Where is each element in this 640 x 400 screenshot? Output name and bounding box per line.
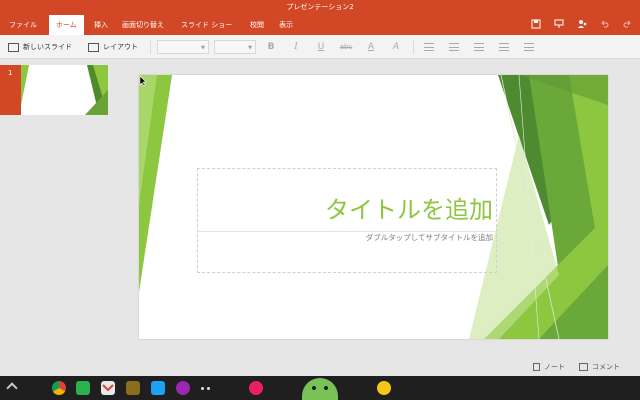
chrome-icon[interactable] xyxy=(52,381,66,395)
music-icon[interactable] xyxy=(176,381,190,395)
font-name-select[interactable]: ▼ xyxy=(157,40,209,54)
mouse-cursor-icon xyxy=(139,75,147,87)
pink-app-icon[interactable] xyxy=(249,381,263,395)
new-slide-button[interactable]: 新しいスライド xyxy=(8,41,72,53)
launcher-up-icon[interactable] xyxy=(6,382,18,394)
gmail-icon[interactable] xyxy=(101,381,115,395)
share-icon[interactable] xyxy=(576,19,588,31)
notes-icon xyxy=(533,363,540,371)
save-icon[interactable] xyxy=(530,19,542,31)
tab-insert[interactable]: 挿入 xyxy=(94,15,108,35)
tab-home[interactable]: ホーム xyxy=(49,15,84,35)
bullets-icon[interactable] xyxy=(424,43,434,51)
comments-button[interactable]: コメント xyxy=(579,361,620,373)
strikethrough-button[interactable]: abc xyxy=(338,41,354,53)
bold-button[interactable]: B xyxy=(265,41,277,53)
comments-label: コメント xyxy=(592,363,620,371)
slide-thumbnail-number: 1 xyxy=(0,65,21,115)
present-icon[interactable] xyxy=(553,19,565,31)
tab-slideshow[interactable]: スライド ショー xyxy=(181,15,232,35)
notes-button[interactable]: ノート xyxy=(533,361,565,373)
subtitle-placeholder[interactable]: ダブルタップしてサブタイトルを追加 xyxy=(199,232,493,244)
app-icon[interactable] xyxy=(126,381,140,395)
layout-icon xyxy=(88,42,99,52)
ribbon-tabs: ファイル ホーム 挿入 画面切り替え スライド ショー 校閲 表示 xyxy=(0,15,640,35)
numbering-icon[interactable] xyxy=(449,43,459,51)
window-title: プレゼンテーション2 xyxy=(0,0,640,15)
twitter-icon[interactable] xyxy=(151,381,165,395)
new-slide-label: 新しいスライド xyxy=(23,43,72,51)
undo-icon[interactable] xyxy=(599,19,611,31)
title-placeholder[interactable]: タイトルを追加 xyxy=(199,193,493,227)
tab-view[interactable]: 表示 xyxy=(279,15,293,35)
home-toolbar: 新しいスライド レイアウト ▼ ▼ B I U abc A A xyxy=(0,35,640,59)
yellow-app-icon[interactable] xyxy=(377,381,391,395)
divider xyxy=(413,40,414,54)
divider xyxy=(150,40,151,54)
new-slide-icon xyxy=(8,42,19,52)
feedly-icon[interactable] xyxy=(76,381,90,395)
increase-indent-icon[interactable] xyxy=(499,43,509,51)
tab-review[interactable]: 校閲 xyxy=(250,15,264,35)
font-size-select[interactable]: ▼ xyxy=(214,40,256,54)
slide-thumbnail[interactable] xyxy=(21,65,108,115)
align-icon[interactable] xyxy=(524,43,534,51)
taskbar xyxy=(0,376,640,400)
decrease-indent-icon[interactable] xyxy=(474,43,484,51)
layout-label: レイアウト xyxy=(103,43,138,51)
italic-button[interactable]: I xyxy=(290,41,302,53)
font-color-button[interactable]: A xyxy=(365,41,377,53)
redo-icon[interactable] xyxy=(621,19,633,31)
clear-format-button[interactable]: A xyxy=(390,41,402,53)
underline-button[interactable]: U xyxy=(315,41,327,53)
tab-transitions[interactable]: 画面切り替え xyxy=(122,15,164,35)
more-dots-icon[interactable] xyxy=(207,387,210,390)
more-dots-icon[interactable] xyxy=(201,387,204,390)
android-icon[interactable] xyxy=(302,378,338,400)
layout-button[interactable]: レイアウト xyxy=(88,41,138,53)
slide-canvas[interactable]: タイトルを追加 ダブルタップしてサブタイトルを追加 xyxy=(139,75,608,339)
comment-icon xyxy=(579,363,588,371)
tab-file[interactable]: ファイル xyxy=(9,15,37,35)
notes-label: ノート xyxy=(544,363,565,371)
